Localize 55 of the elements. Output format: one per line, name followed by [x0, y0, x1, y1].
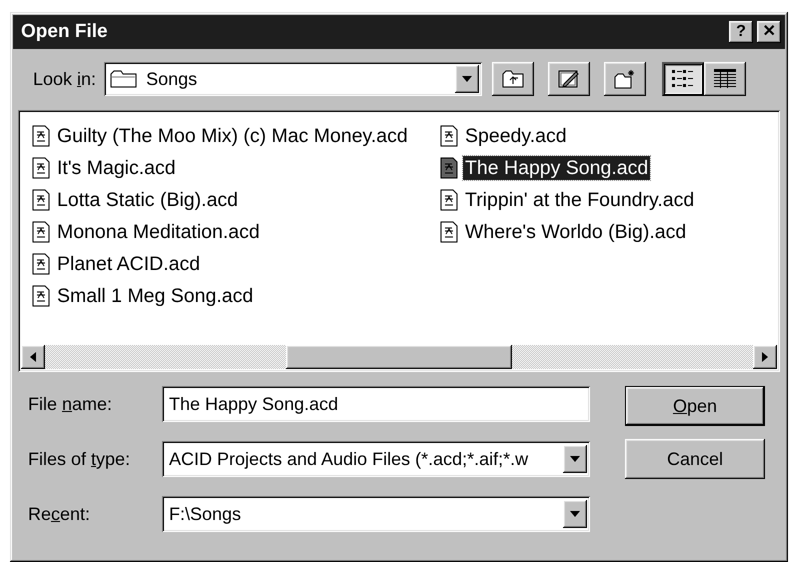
look-in-dropdown[interactable]: Songs	[104, 62, 482, 96]
scrollbar-thumb[interactable]	[286, 345, 512, 369]
caret-icon	[570, 511, 580, 517]
scroll-right-button[interactable]	[753, 345, 777, 369]
dropdown-button[interactable]	[563, 500, 587, 528]
file-item[interactable]: Trippin' at the Foundry.acd	[440, 184, 696, 216]
field-label: Files of type:	[28, 448, 132, 471]
file-item[interactable]: Monona Meditation.acd	[32, 216, 440, 248]
look-in-label: Look in:	[33, 68, 96, 90]
left-arrow-icon	[30, 352, 36, 362]
look-in-value: Songs	[146, 68, 198, 91]
file-name-field[interactable]: The Happy Song.acd	[162, 386, 590, 422]
document-icon	[32, 189, 50, 211]
document-icon	[440, 125, 458, 147]
document-icon	[440, 157, 458, 179]
dropdown-button[interactable]	[455, 65, 480, 93]
file-item[interactable]: It's Magic.acd	[32, 152, 440, 184]
pencil-button[interactable]	[548, 62, 590, 96]
file-item[interactable]: Small 1 Meg Song.acd	[32, 280, 440, 312]
list-view-button[interactable]	[662, 62, 704, 96]
caret-icon	[570, 456, 580, 462]
dialog-button[interactable]: Cancel	[625, 439, 765, 479]
dropdown-field[interactable]: ACID Projects and Audio Files (*.acd;*.aif;*.w	[162, 441, 590, 477]
document-icon	[32, 125, 50, 147]
document-icon	[32, 285, 50, 307]
field-label: File name:	[28, 392, 114, 416]
scroll-left-button[interactable]	[21, 345, 45, 369]
document-icon	[32, 157, 50, 179]
dropdown-field[interactable]: F:\Songs	[162, 496, 590, 532]
help-button[interactable]: ?	[729, 21, 753, 43]
file-item[interactable]: Guilty (The Moo Mix) (c) Mac Money.acd	[32, 120, 440, 152]
list-view-icon	[671, 68, 696, 90]
details-view-icon	[713, 68, 738, 90]
document-icon	[32, 253, 50, 275]
pencil-icon	[557, 68, 582, 90]
details-view-button[interactable]	[704, 62, 746, 96]
file-item[interactable]: Where's Worldo (Big).acd	[440, 216, 696, 248]
dialog-button[interactable]: Open	[625, 386, 765, 426]
horizontal-scrollbar[interactable]	[21, 345, 777, 369]
new-folder-button[interactable]	[604, 62, 646, 96]
file-item[interactable]: Planet ACID.acd	[32, 248, 440, 280]
document-icon	[440, 189, 458, 211]
close-button[interactable]: ✕	[757, 21, 781, 43]
dropdown-button[interactable]	[563, 445, 587, 473]
folder-icon	[110, 69, 138, 89]
caret-icon	[462, 76, 472, 82]
up-folder-button[interactable]	[492, 62, 534, 96]
document-icon	[32, 221, 50, 243]
file-item[interactable]: Speedy.acd	[440, 120, 696, 152]
file-item[interactable]: Lotta Static (Big).acd	[32, 184, 440, 216]
field-label: Recent:	[28, 502, 92, 526]
right-arrow-icon	[762, 352, 768, 362]
document-icon	[440, 221, 458, 243]
up-folder-icon	[501, 68, 526, 90]
window-title: Open File	[21, 20, 108, 44]
